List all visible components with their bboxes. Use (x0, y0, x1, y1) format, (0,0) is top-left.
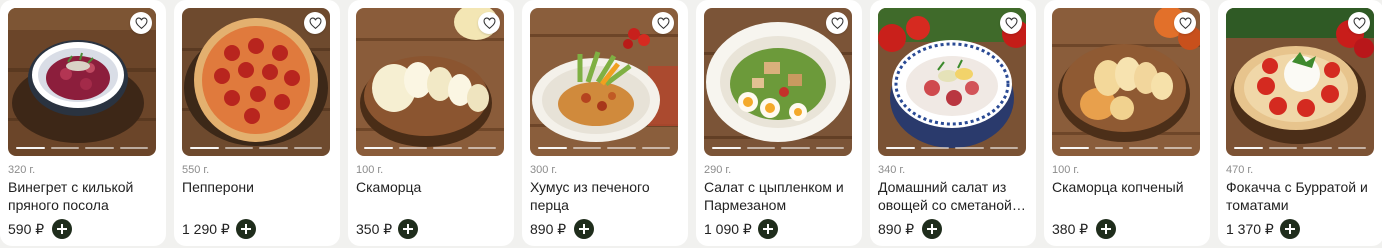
product-price: 380 ₽ (1052, 221, 1089, 237)
product-price: 1 290 ₽ (182, 221, 230, 237)
product-carousel: 320 г. Винегрет с килькой пряного посола… (0, 0, 1382, 248)
plus-icon (763, 224, 773, 234)
plus-icon (579, 224, 589, 234)
product-name[interactable]: Фокачча с Бурратой и томатами (1226, 178, 1376, 214)
plus-icon (1101, 224, 1111, 234)
product-photo[interactable] (182, 8, 330, 156)
heart-icon (1005, 16, 1017, 29)
product-name[interactable]: Скаморца (356, 178, 506, 196)
product-card[interactable]: 100 г. Скаморца 350 ₽ (348, 0, 514, 246)
product-price: 890 ₽ (878, 221, 915, 237)
product-weight: 340 г. (878, 164, 906, 176)
product-weight: 320 г. (8, 164, 36, 176)
product-weight: 470 г. (1226, 164, 1254, 176)
plus-icon (1285, 224, 1295, 234)
heart-icon (135, 16, 147, 29)
product-photo[interactable] (1052, 8, 1200, 156)
photo-pagination (712, 147, 844, 150)
product-price: 1 370 ₽ (1226, 221, 1274, 237)
product-weight: 300 г. (530, 164, 558, 176)
photo-pagination (190, 147, 322, 150)
product-price: 1 090 ₽ (704, 221, 752, 237)
favorite-button[interactable] (1348, 12, 1370, 34)
product-photo[interactable] (878, 8, 1026, 156)
product-photo[interactable] (704, 8, 852, 156)
photo-pagination (364, 147, 496, 150)
product-card[interactable]: 320 г. Винегрет с килькой пряного посола… (0, 0, 166, 246)
favorite-button[interactable] (826, 12, 848, 34)
product-card[interactable]: 550 г. Пепперони 1 290 ₽ (174, 0, 340, 246)
product-weight: 550 г. (182, 164, 210, 176)
product-name[interactable]: Винегрет с килькой пряного посола (8, 178, 158, 214)
plus-icon (403, 224, 413, 234)
plus-icon (57, 224, 67, 234)
add-to-cart-button[interactable] (236, 219, 256, 239)
heart-icon (1179, 16, 1191, 29)
heart-icon (483, 16, 495, 29)
heart-icon (1353, 16, 1365, 29)
add-to-cart-button[interactable] (1280, 219, 1300, 239)
add-to-cart-button[interactable] (922, 219, 942, 239)
heart-icon (831, 16, 843, 29)
photo-pagination (886, 147, 1018, 150)
product-photo[interactable] (530, 8, 678, 156)
heart-icon (309, 16, 321, 29)
favorite-button[interactable] (1000, 12, 1022, 34)
add-to-cart-button[interactable] (574, 219, 594, 239)
heart-icon (657, 16, 669, 29)
product-card[interactable]: 340 г. Домашний салат из овощей со смета… (870, 0, 1036, 246)
product-card[interactable]: 100 г. Скаморца копченый 380 ₽ (1044, 0, 1210, 246)
add-to-cart-button[interactable] (1096, 219, 1116, 239)
favorite-button[interactable] (304, 12, 326, 34)
add-to-cart-button[interactable] (398, 219, 418, 239)
product-card[interactable]: 300 г. Хумус из печеного перца 890 ₽ (522, 0, 688, 246)
photo-pagination (16, 147, 148, 150)
favorite-button[interactable] (652, 12, 674, 34)
photo-pagination (538, 147, 670, 150)
product-weight: 100 г. (1052, 164, 1080, 176)
product-name[interactable]: Домашний салат из овощей со сметаной… (878, 178, 1028, 214)
photo-pagination (1060, 147, 1192, 150)
product-price: 350 ₽ (356, 221, 393, 237)
product-card[interactable]: 290 г. Салат с цыпленком и Пармезаном 1 … (696, 0, 862, 246)
add-to-cart-button[interactable] (52, 219, 72, 239)
product-photo[interactable] (8, 8, 156, 156)
product-card[interactable]: 470 г. Фокачча с Бурратой и томатами 1 3… (1218, 0, 1382, 246)
product-name[interactable]: Хумус из печеного перца (530, 178, 680, 214)
product-name[interactable]: Пепперони (182, 178, 332, 196)
product-photo[interactable] (356, 8, 504, 156)
favorite-button[interactable] (130, 12, 152, 34)
favorite-button[interactable] (1174, 12, 1196, 34)
plus-icon (241, 224, 251, 234)
plus-icon (927, 224, 937, 234)
add-to-cart-button[interactable] (758, 219, 778, 239)
product-photo[interactable] (1226, 8, 1374, 156)
product-weight: 100 г. (356, 164, 384, 176)
product-weight: 290 г. (704, 164, 732, 176)
photo-pagination (1234, 147, 1366, 150)
product-price: 890 ₽ (530, 221, 567, 237)
product-name[interactable]: Салат с цыпленком и Пармезаном (704, 178, 854, 214)
product-price: 590 ₽ (8, 221, 45, 237)
favorite-button[interactable] (478, 12, 500, 34)
product-name[interactable]: Скаморца копченый (1052, 178, 1202, 196)
